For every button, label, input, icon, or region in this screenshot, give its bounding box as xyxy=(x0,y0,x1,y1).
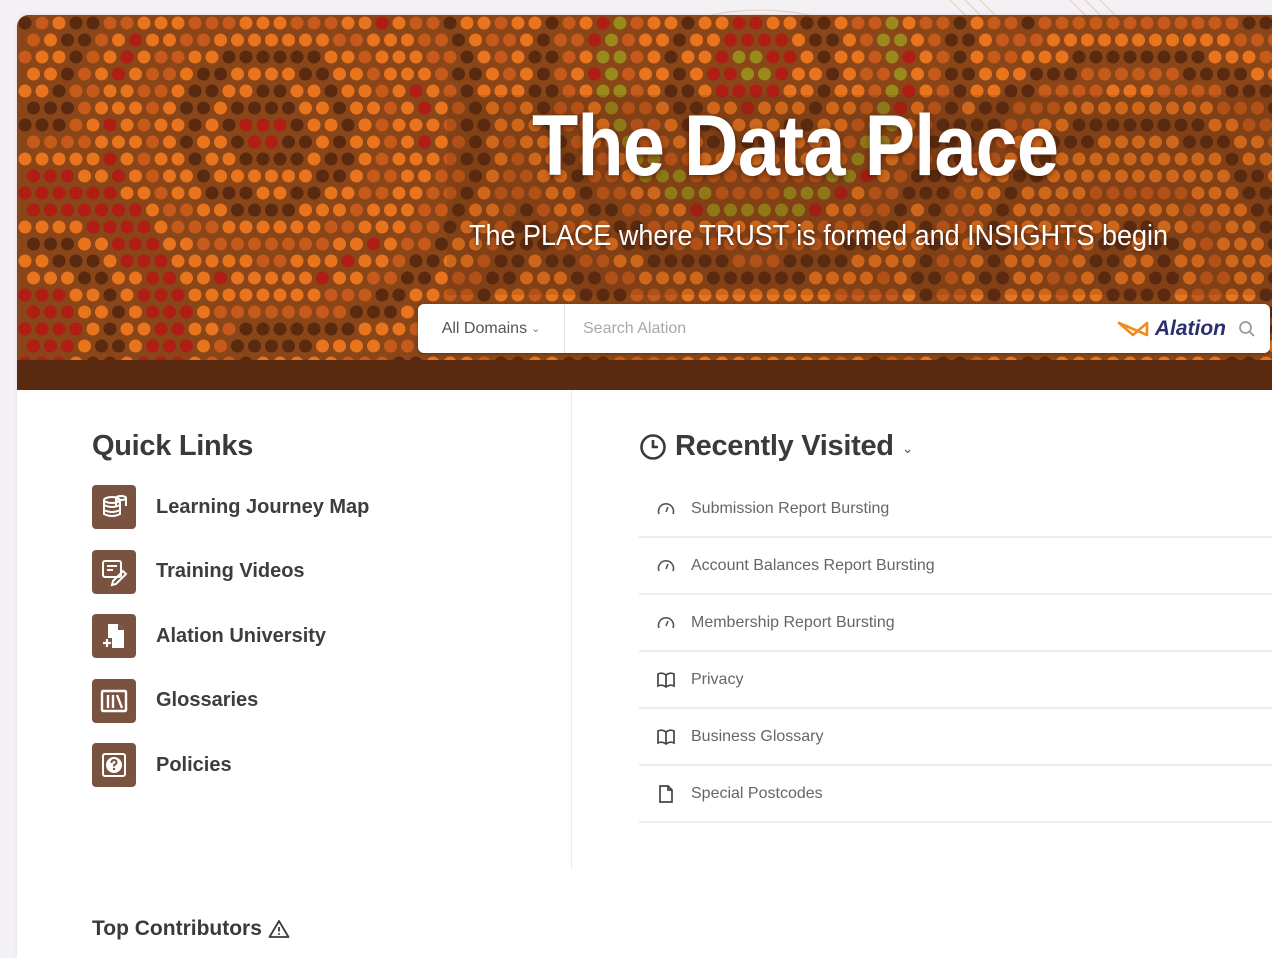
chevron-down-icon: ⌄ xyxy=(531,323,541,335)
quick-link-learning-journey-map[interactable]: Learning Journey Map xyxy=(92,485,552,529)
recent-item-label: Membership Report Bursting xyxy=(691,613,895,631)
quick-link-label: Policies xyxy=(156,753,232,776)
recent-item-special-postcodes[interactable]: Special Postcodes xyxy=(639,766,1272,823)
recently-visited-title: Recently Visited xyxy=(675,430,894,462)
gauge-icon xyxy=(655,498,677,520)
open-book-icon xyxy=(655,669,677,691)
hero-banner: The Data Place The PLACE where TRUST is … xyxy=(17,15,1272,390)
books-icon xyxy=(92,678,136,723)
recently-visited-header[interactable]: Recently Visited ⌄ xyxy=(639,430,1272,463)
quick-link-alation-university[interactable]: Alation University xyxy=(92,614,552,658)
quick-link-label: Alation University xyxy=(156,624,327,647)
add-file-icon xyxy=(92,614,136,658)
gauge-icon xyxy=(655,612,677,634)
top-contributors-header: Top Contributors xyxy=(92,917,290,941)
recent-item-label: Business Glossary xyxy=(691,727,824,745)
document-icon xyxy=(655,783,677,805)
hero-title: The Data Place xyxy=(532,98,1059,194)
homepage-card: The Data Place The PLACE where TRUST is … xyxy=(17,15,1272,958)
quick-link-label: Glossaries xyxy=(156,689,259,711)
open-book-icon xyxy=(655,726,677,748)
quick-link-training-videos[interactable]: Training Videos xyxy=(92,549,552,594)
chevron-down-icon[interactable]: ⌄ xyxy=(902,440,914,457)
alation-brand-text: Alation xyxy=(1154,316,1226,340)
column-divider xyxy=(571,390,572,870)
recent-item-submission-report-bursting[interactable]: Submission Report Bursting xyxy=(639,481,1272,538)
search-icon[interactable] xyxy=(1234,316,1260,342)
recent-item-privacy[interactable]: Privacy xyxy=(639,652,1272,709)
gauge-icon xyxy=(655,555,677,577)
alation-logo: Alation xyxy=(1117,317,1226,341)
quick-link-label: Learning Journey Map xyxy=(156,495,370,518)
quick-link-glossaries[interactable]: Glossaries xyxy=(92,678,552,723)
clock-icon xyxy=(640,433,666,460)
quick-link-policies[interactable]: Policies xyxy=(92,743,552,787)
quick-link-label: Training Videos xyxy=(156,560,305,582)
quick-links-list: Learning Journey Map Training Videos Ala… xyxy=(92,485,552,787)
quick-links-section: Quick Links Learning Journey Map Trainin… xyxy=(92,430,552,808)
alation-bowtie-icon xyxy=(1117,321,1149,336)
question-circle-icon xyxy=(92,743,136,787)
recent-item-label: Privacy xyxy=(691,670,744,688)
search-input[interactable] xyxy=(565,303,1117,354)
domain-dropdown[interactable]: All Domains ⌄ xyxy=(418,304,565,353)
top-contributors-title: Top Contributors xyxy=(92,917,262,940)
recently-visited-list: Submission Report Bursting Account Balan… xyxy=(639,481,1272,823)
search-bar: All Domains ⌄ Alation xyxy=(418,303,1270,354)
recent-item-membership-report-bursting[interactable]: Membership Report Bursting xyxy=(639,595,1272,652)
quick-links-title: Quick Links xyxy=(92,430,254,462)
recent-item-label: Submission Report Bursting xyxy=(691,499,890,517)
recent-item-label: Account Balances Report Bursting xyxy=(691,556,935,574)
hero-subtitle: The PLACE where TRUST is formed and INSI… xyxy=(469,220,1169,252)
edit-document-icon xyxy=(92,549,136,594)
recent-item-account-balances-report-bursting[interactable]: Account Balances Report Bursting xyxy=(639,538,1272,595)
warning-icon[interactable] xyxy=(268,919,290,939)
recent-item-business-glossary[interactable]: Business Glossary xyxy=(639,709,1272,766)
recently-visited-section: Recently Visited ⌄ Submission Report Bur… xyxy=(639,430,1272,823)
database-stack-icon xyxy=(92,485,136,529)
hero-bottom-band xyxy=(17,360,1272,390)
domain-dropdown-label: All Domains xyxy=(441,319,528,337)
recent-item-label: Special Postcodes xyxy=(691,784,823,802)
